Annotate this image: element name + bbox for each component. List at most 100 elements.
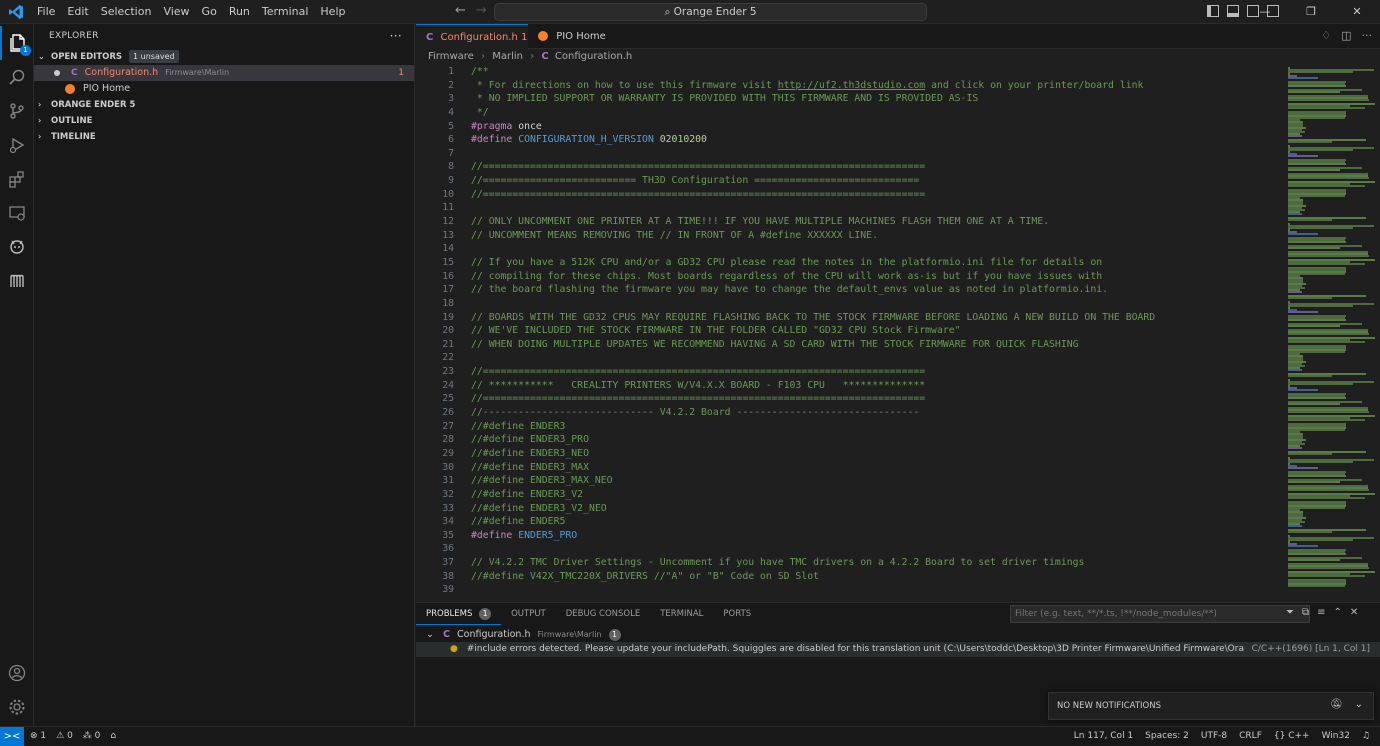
close-panel-icon[interactable]: ✕ — [1350, 607, 1358, 618]
copy-icon[interactable]: ⧉ — [1302, 607, 1309, 618]
activity-search[interactable] — [0, 60, 34, 94]
menu-view[interactable]: View — [157, 0, 195, 24]
lightbulb-icon[interactable]: ♢ — [1321, 29, 1331, 42]
code-line[interactable]: #define CONFIGURATION_H_VERSION 02010200 — [471, 133, 1291, 147]
minimap[interactable] — [1286, 65, 1380, 600]
code-line[interactable]: // ONLY UNCOMMENT ONE PRINTER AT A TIME!… — [471, 215, 1291, 229]
unsaved-dot-icon[interactable] — [54, 69, 60, 76]
more-actions-icon[interactable]: ··· — [390, 24, 402, 49]
code-line[interactable]: //#define ENDER3_NEO — [471, 447, 1291, 461]
breadcrumb-marlin[interactable]: Marlin — [492, 51, 523, 62]
status-warnings[interactable]: ⚠ 0 — [56, 727, 73, 746]
code-line[interactable]: //======================================… — [471, 392, 1291, 406]
status-language[interactable]: {} C++ — [1274, 727, 1310, 746]
bell-icon[interactable]: ♫ — [1362, 727, 1370, 746]
tab-problems[interactable]: PROBLEMS 1 — [416, 603, 502, 625]
code-line[interactable]: #pragma once — [471, 120, 1291, 134]
tab-output[interactable]: OUTPUT — [501, 603, 556, 625]
activity-remote-explorer[interactable] — [0, 196, 34, 230]
open-editor-pio-home[interactable]: PIO Home — [34, 81, 414, 97]
more-actions-icon[interactable]: ··· — [1362, 29, 1373, 42]
activity-marlin[interactable] — [0, 264, 34, 298]
back-arrow-icon[interactable]: ← — [455, 3, 466, 18]
menu-file[interactable]: File — [31, 0, 61, 24]
code-line[interactable]: //#define ENDER3_V2 — [471, 488, 1291, 502]
code-link[interactable]: http://uf2.th3dstudio.com — [778, 80, 925, 91]
command-center[interactable]: ⌕ Orange Ender 5 — [494, 3, 927, 21]
restore-icon[interactable]: ❐ — [1288, 0, 1334, 24]
code-line[interactable]: // WHEN DOING MULTIPLE UPDATES WE RECOMM… — [471, 338, 1291, 352]
menu-terminal[interactable]: Terminal — [256, 0, 315, 24]
problem-row[interactable]: ● #include errors detected. Please updat… — [416, 642, 1380, 657]
activity-accounts[interactable] — [0, 656, 34, 690]
menu-run[interactable]: Run — [223, 0, 256, 24]
menu-go[interactable]: Go — [196, 0, 223, 24]
chevron-down-icon[interactable]: ⌄ — [1355, 699, 1363, 710]
tab-debug-console[interactable]: DEBUG CONSOLE — [556, 603, 650, 625]
code-editor[interactable]: 1 2 3 4 5 6 7 8 9 10 11 12 13 14 15 16 17 18 19 20 21 22 23 24 2… — [416, 65, 1380, 600]
menu-edit[interactable]: Edit — [61, 0, 94, 24]
code-line[interactable]: //========================== TH3D Config… — [471, 174, 1291, 188]
code-line[interactable] — [471, 351, 1291, 365]
code-lines[interactable]: /** * For directions on how to use this … — [471, 65, 1291, 597]
status-platform[interactable]: Win32 — [1322, 727, 1350, 746]
code-line[interactable]: //#define ENDER5 — [471, 515, 1291, 529]
code-line[interactable] — [471, 542, 1291, 556]
code-line[interactable]: //======================================… — [471, 160, 1291, 174]
split-editor-icon[interactable]: ◫ — [1341, 29, 1351, 42]
activity-platformio[interactable] — [0, 230, 34, 264]
open-editor-configuration-h[interactable]: C Configuration.h Firmware\Marlin 1 — [34, 65, 414, 81]
home-icon[interactable]: ⌂ — [110, 727, 116, 746]
menu-help[interactable]: Help — [314, 0, 351, 24]
minimize-icon[interactable]: — — [1242, 0, 1288, 24]
code-line[interactable] — [471, 297, 1291, 311]
toggle-sidebar-icon[interactable] — [1207, 5, 1219, 17]
code-line[interactable]: //#define ENDER3 — [471, 420, 1291, 434]
tab-ports[interactable]: PORTS — [713, 603, 761, 625]
status-cursor-position[interactable]: Ln 117, Col 1 — [1074, 727, 1133, 746]
code-line[interactable]: */ — [471, 106, 1291, 120]
status-encoding[interactable]: UTF-8 — [1201, 727, 1227, 746]
code-line[interactable] — [471, 147, 1291, 161]
tab-configuration-h[interactable]: C Configuration.h 1 — [416, 24, 528, 66]
code-line[interactable]: // *********** CREALITY PRINTERS W/V4.X.… — [471, 379, 1291, 393]
code-line[interactable]: //======================================… — [471, 188, 1291, 202]
code-line[interactable]: //#define V42X_TMC220X_DRIVERS //"A" or … — [471, 570, 1291, 584]
code-line[interactable]: // WE'VE INCLUDED THE STOCK FIRMWARE IN … — [471, 324, 1291, 338]
toggle-panel-icon[interactable] — [1227, 5, 1239, 17]
section-outline[interactable]: › OUTLINE — [34, 113, 414, 129]
activity-source-control[interactable] — [0, 94, 34, 128]
do-not-disturb-bell-icon[interactable]: 🔕︎ — [1330, 699, 1343, 710]
code-line[interactable]: // UNCOMMENT MEANS REMOVING THE // IN FR… — [471, 229, 1291, 243]
status-ports[interactable]: ⁂ 0 — [83, 727, 101, 746]
status-errors[interactable]: ⊗ 1 — [30, 727, 46, 746]
tab-pio-home[interactable]: PIO Home — [528, 24, 623, 49]
code-line[interactable] — [471, 583, 1291, 597]
forward-arrow-icon[interactable]: → — [476, 3, 487, 18]
code-line[interactable]: /** — [471, 65, 1291, 79]
code-line[interactable]: // compiling for these chips. Most board… — [471, 270, 1291, 284]
code-line[interactable]: //#define ENDER3_V2_NEO — [471, 502, 1291, 516]
code-line[interactable]: //======================================… — [471, 365, 1291, 379]
list-view-icon[interactable]: ≡ — [1317, 607, 1325, 618]
filter-icon[interactable]: ⏷ — [1286, 607, 1294, 618]
code-line[interactable]: * For directions on how to use this firm… — [471, 79, 1291, 93]
open-editors-section[interactable]: ⌄ OPEN EDITORS 1 unsaved — [34, 49, 414, 65]
problems-filter-input[interactable] — [1010, 605, 1310, 623]
status-eol[interactable]: CRLF — [1239, 727, 1262, 746]
status-indentation[interactable]: Spaces: 2 — [1145, 727, 1189, 746]
code-line[interactable]: // BOARDS WITH THE GD32 CPUS MAY REQUIRE… — [471, 311, 1291, 325]
activity-explorer[interactable]: 1 — [0, 26, 34, 60]
menu-selection[interactable]: Selection — [95, 0, 158, 24]
section-timeline[interactable]: › TIMELINE — [34, 129, 414, 145]
problem-file-row[interactable]: ⌄ C Configuration.h Firmware\Marlin 1 — [416, 627, 1380, 642]
code-line[interactable]: //#define ENDER3_MAX_NEO — [471, 474, 1291, 488]
maximize-panel-icon[interactable]: ⌃ — [1334, 607, 1342, 618]
code-line[interactable] — [471, 201, 1291, 215]
breadcrumb-firmware[interactable]: Firmware — [428, 51, 474, 62]
tab-terminal[interactable]: TERMINAL — [650, 603, 713, 625]
close-icon[interactable]: ✕ — [1334, 0, 1380, 24]
code-line[interactable]: //----------------------------- V4.2.2 B… — [471, 406, 1291, 420]
code-line[interactable]: #define ENDER5_PRO — [471, 529, 1291, 543]
code-line[interactable]: * NO IMPLIED SUPPORT OR WARRANTY IS PROV… — [471, 92, 1291, 106]
